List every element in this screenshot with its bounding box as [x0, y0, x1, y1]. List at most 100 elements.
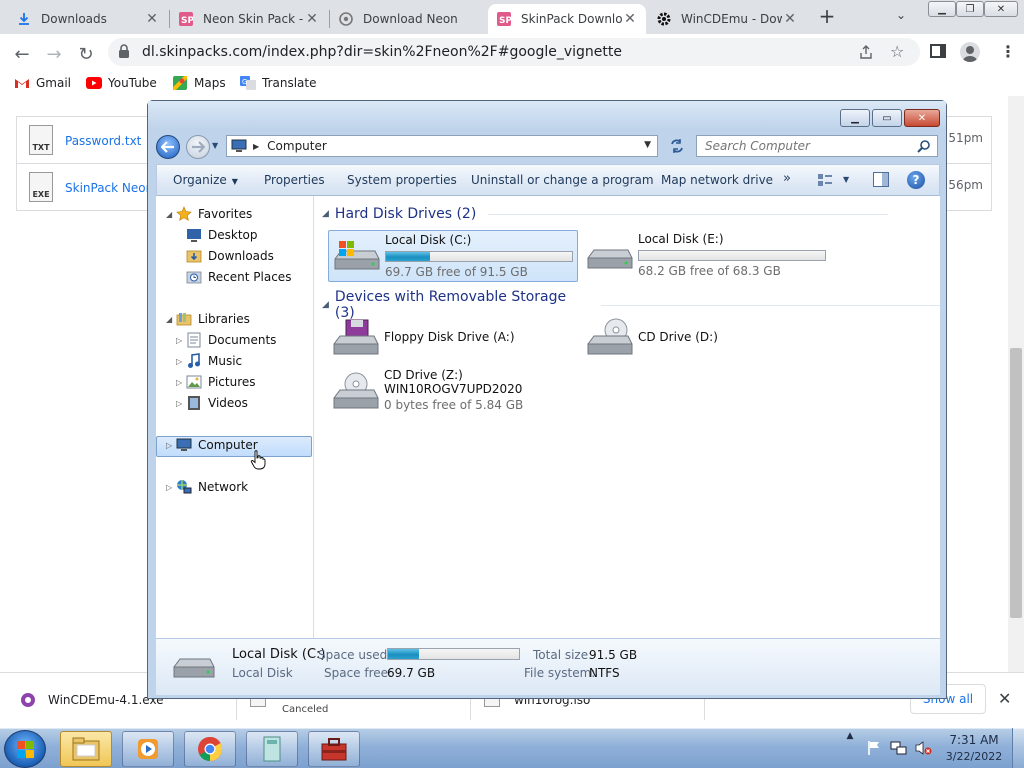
address-bar[interactable]: ▶ Computer ▼: [226, 135, 658, 157]
breadcrumb-computer[interactable]: Computer: [267, 139, 327, 153]
tab-skinpack-download[interactable]: SP SkinPack Downlo ✕: [488, 4, 646, 34]
bookmark-star-icon[interactable]: ☆: [890, 42, 904, 61]
tab-wincdemu[interactable]: WinCDEmu - Dow ✕: [648, 4, 806, 34]
expanded-arrow-icon[interactable]: ◢: [166, 210, 172, 219]
drive-local-disk-e[interactable]: Local Disk (E:) 68.2 GB free of 68.3 GB: [582, 230, 832, 282]
nav-downloads[interactable]: Downloads: [186, 248, 274, 264]
tab-neon-skin-pack[interactable]: SP Neon Skin Pack - ✕: [170, 4, 328, 34]
drive-local-disk-c[interactable]: Local Disk (C:) 69.7 GB free of 91.5 GB: [328, 230, 578, 282]
change-view-icon[interactable]: [817, 173, 833, 187]
nav-network[interactable]: Network: [176, 479, 248, 495]
start-button[interactable]: [4, 730, 46, 768]
collapsed-arrow-icon[interactable]: ▷: [176, 399, 182, 408]
nav-favorites[interactable]: Favorites: [176, 206, 252, 222]
search-input[interactable]: [705, 136, 915, 156]
address-dropdown-icon[interactable]: ▼: [644, 140, 651, 150]
taskbar-media-player-button[interactable]: [122, 731, 174, 767]
show-desktop-button[interactable]: [1012, 728, 1024, 768]
tab-downloads[interactable]: Downloads ✕: [8, 4, 168, 34]
show-hidden-icons-arrow[interactable]: ▲: [844, 731, 856, 741]
clock-date[interactable]: 3/22/2022: [942, 750, 1006, 763]
collapsed-arrow-icon[interactable]: ▷: [176, 336, 182, 345]
new-tab-button[interactable]: +: [816, 4, 838, 28]
help-icon[interactable]: ?: [907, 171, 925, 189]
drive-name: Floppy Disk Drive (A:): [384, 330, 515, 344]
file-name[interactable]: Password.txt: [65, 134, 141, 148]
scrollbar-thumb[interactable]: [1010, 348, 1022, 618]
collapsed-arrow-icon[interactable]: ▷: [176, 357, 182, 366]
close-icon[interactable]: ✕: [144, 11, 160, 27]
map-network-drive-button[interactable]: Map network drive: [661, 173, 773, 187]
uninstall-program-button[interactable]: Uninstall or change a program: [471, 173, 654, 187]
search-icon[interactable]: [917, 139, 931, 153]
search-box[interactable]: [696, 135, 938, 157]
collapsed-arrow-icon[interactable]: ▷: [176, 378, 182, 387]
menu-kebab-icon[interactable]: ⋮: [1000, 42, 1016, 61]
network-tray-icon[interactable]: [890, 740, 908, 756]
back-arrow-icon[interactable]: ←: [10, 42, 34, 66]
tab-search-chevron-icon[interactable]: ⌄: [896, 8, 906, 22]
taskbar-explorer-button[interactable]: [60, 731, 112, 767]
page-scrollbar[interactable]: [1008, 96, 1024, 672]
close-icon[interactable]: ✕: [622, 11, 638, 27]
group-hard-disk-drives[interactable]: ◢ Hard Disk Drives (2): [322, 206, 889, 222]
reload-icon[interactable]: ↻: [74, 42, 98, 66]
close-window-button[interactable]: ✕: [984, 1, 1018, 17]
taskbar-installer-button[interactable]: [308, 731, 360, 767]
breadcrumb-separator-icon[interactable]: ▶: [253, 142, 259, 151]
forward-button[interactable]: [186, 135, 210, 159]
explorer-minimize-button[interactable]: ▁: [840, 109, 870, 127]
nav-libraries[interactable]: Libraries: [176, 311, 250, 327]
properties-button[interactable]: Properties: [264, 173, 325, 187]
close-downloads-bar-icon[interactable]: ✕: [998, 689, 1011, 708]
drive-cd-d[interactable]: CD Drive (D:): [582, 312, 832, 364]
clock-time[interactable]: 7:31 AM: [942, 733, 1006, 747]
tab-download-neon[interactable]: Download Neon: [330, 4, 486, 34]
system-properties-button[interactable]: System properties: [347, 173, 457, 187]
organize-button[interactable]: Organize ▼: [173, 173, 238, 187]
collapsed-arrow-icon[interactable]: ▷: [166, 483, 172, 492]
view-options-chevron-icon[interactable]: ▼: [843, 175, 849, 184]
close-icon[interactable]: ✕: [304, 11, 320, 27]
profile-avatar[interactable]: [960, 42, 980, 62]
forward-arrow-icon[interactable]: →: [42, 42, 66, 66]
minimize-button[interactable]: ▁: [928, 1, 956, 17]
file-name[interactable]: SkinPack Neon: [65, 181, 153, 195]
explorer-title-bar[interactable]: [148, 101, 946, 129]
more-commands-button[interactable]: »: [783, 171, 791, 186]
refresh-icon[interactable]: [666, 135, 688, 157]
bookmark-gmail[interactable]: Gmail: [14, 76, 71, 90]
preview-pane-icon[interactable]: [873, 172, 889, 187]
recent-pages-chevron-icon[interactable]: ▼: [212, 141, 218, 150]
document-app-icon: [263, 736, 281, 762]
side-panel-icon[interactable]: [930, 44, 946, 58]
nav-desktop[interactable]: Desktop: [186, 227, 258, 243]
close-icon[interactable]: ✕: [782, 11, 798, 27]
nav-pictures[interactable]: Pictures: [186, 374, 256, 390]
explorer-close-button[interactable]: ✕: [904, 109, 940, 127]
restore-button[interactable]: ❐: [956, 1, 984, 17]
bookmark-youtube[interactable]: YouTube: [86, 76, 157, 90]
volume-muted-icon[interactable]: [914, 740, 932, 756]
action-center-flag-icon[interactable]: [866, 740, 882, 756]
back-button[interactable]: [156, 135, 180, 159]
nav-computer[interactable]: Computer: [176, 437, 258, 453]
nav-videos[interactable]: Videos: [186, 395, 248, 411]
nav-label: Music: [208, 354, 243, 368]
bookmark-translate[interactable]: G Translate: [240, 76, 317, 90]
collapsed-arrow-icon[interactable]: ▷: [166, 441, 172, 450]
taskbar-app-button[interactable]: [246, 731, 298, 767]
url-text[interactable]: dl.skinpacks.com/index.php?dir=skin%2Fne…: [142, 44, 622, 60]
bookmark-maps[interactable]: Maps: [172, 76, 226, 90]
lock-icon[interactable]: [118, 44, 132, 60]
drive-floppy-a[interactable]: Floppy Disk Drive (A:): [328, 312, 578, 364]
drive-cd-z[interactable]: CD Drive (Z:) WIN10ROGV7UPD2020 0 bytes …: [328, 366, 578, 418]
nav-music[interactable]: Music: [186, 353, 242, 369]
expanded-arrow-icon[interactable]: ◢: [166, 315, 172, 324]
nav-documents[interactable]: Documents: [186, 332, 276, 348]
explorer-maximize-button[interactable]: ▭: [872, 109, 902, 127]
nav-recent-places[interactable]: Recent Places: [186, 269, 291, 285]
share-icon[interactable]: [858, 44, 874, 60]
content-pane: ◢ Hard Disk Drives (2) Local Disk (C:) 6…: [314, 196, 940, 638]
taskbar-chrome-button[interactable]: [184, 731, 236, 767]
